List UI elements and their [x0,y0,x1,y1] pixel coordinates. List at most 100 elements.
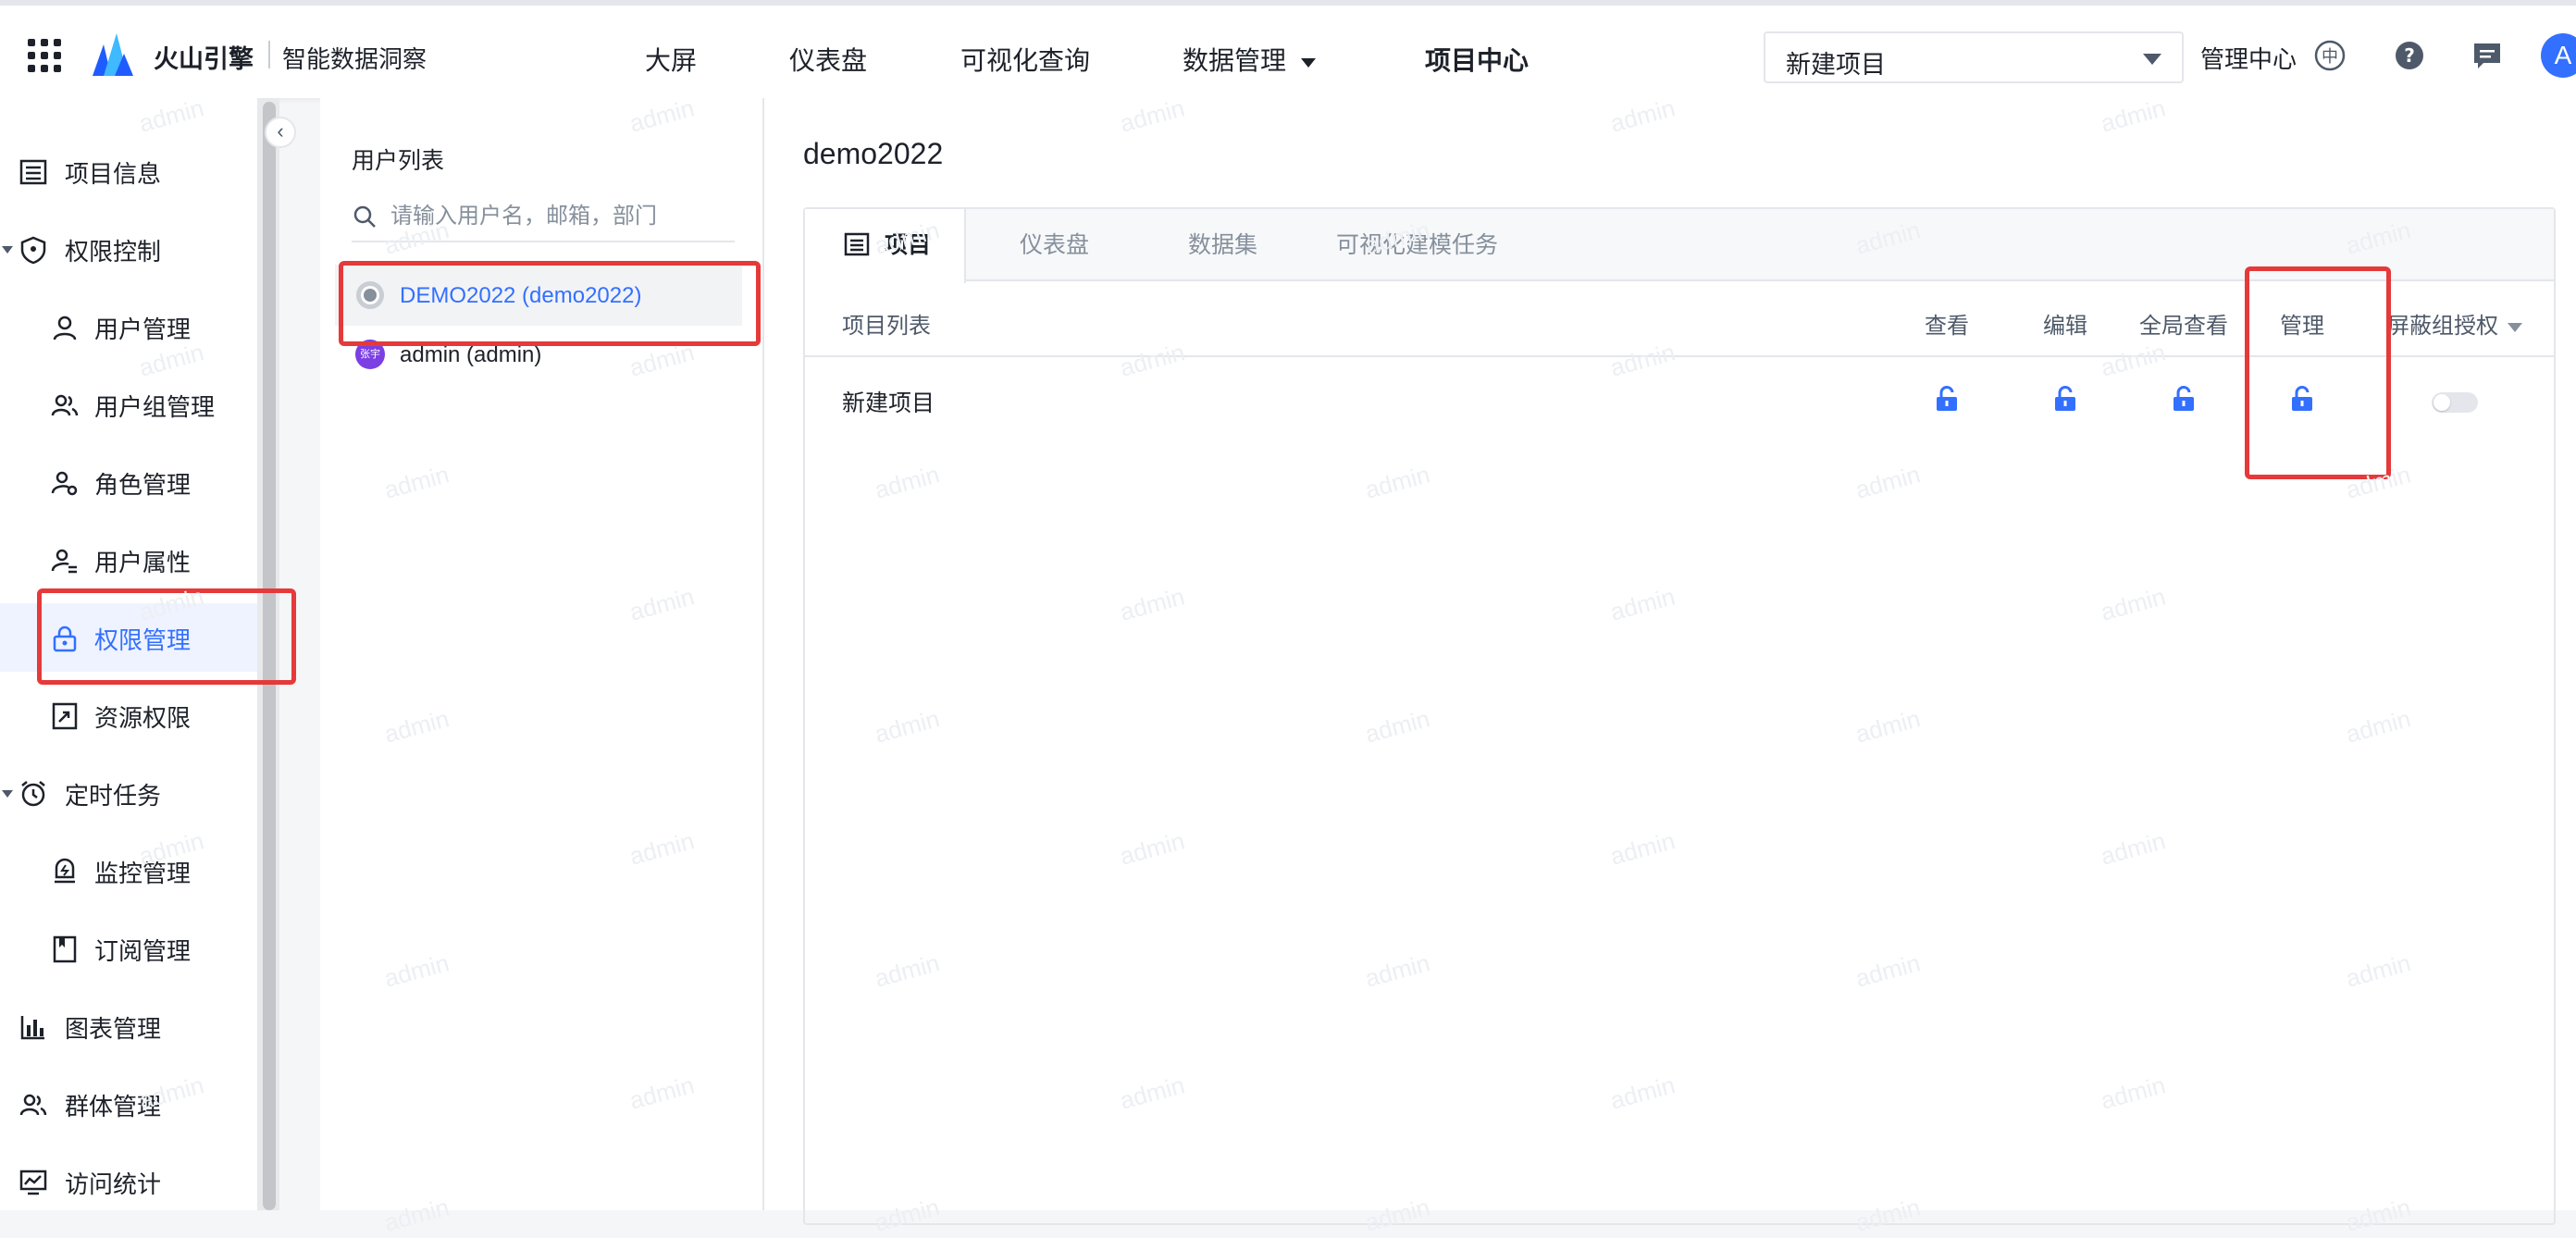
sidebar-item-group-management[interactable]: 群体管理 [0,1070,257,1138]
column-global-view: 全局查看 [2139,314,2228,339]
sidebar-item-user-management[interactable]: 用户管理 [0,292,257,361]
brand-name: 火山引擎 [154,45,254,73]
user-list-panel: 用户列表 DEMO2022 (demo2022) 张宇 admin (admin… [320,98,764,1210]
tab-dataset[interactable]: 数据集 [1188,209,1257,281]
main-content: demo2022 项目 仪表盘 数据集 可视化建模任务 项目列表 查看 编辑 全… [764,98,2576,1225]
lock-icon [53,625,77,652]
nav-visual-query[interactable]: 可视化查询 [960,41,1090,78]
user-icon [53,316,77,340]
project-name: 新建项目 [842,390,935,416]
column-view: 查看 [1925,314,1969,339]
sidebar-item-label: 角色管理 [94,471,192,499]
sidebar-item-user-attributes[interactable]: 用户属性 [0,526,257,594]
user-group-icon [51,394,79,416]
sidebar-item-label: 订阅管理 [94,937,192,965]
bookmark-icon [53,935,77,963]
user-list-item-demo2022[interactable]: DEMO2022 (demo2022) [335,265,742,326]
sidebar-item-scheduled-tasks[interactable]: 定时任务 [0,759,257,827]
chevron-down-icon [2508,322,2522,332]
sidebar-item-resource-permissions[interactable]: 资源权限 [0,681,257,749]
unlock-icon[interactable] [2171,385,2197,413]
sidebar: 项目信息 权限控制 用户管理 用户组管理 角色管理 用户属性 权限管理 资源权限… [0,98,257,1210]
shield-icon [20,236,46,265]
sidebar-item-label: 用户组管理 [94,393,216,421]
product-name: 智能数据洞察 [282,45,427,73]
resource-icon [52,702,78,730]
tab-dashboard[interactable]: 仪表盘 [1020,209,1089,281]
sidebar-item-permission-control[interactable]: 权限控制 [0,215,257,283]
message-icon[interactable] [2471,39,2504,72]
nav-dashboard[interactable]: 仪表盘 [789,41,867,78]
collapse-sidebar-button[interactable]: ‹ [265,117,296,148]
sidebar-item-label: 监控管理 [94,860,192,887]
table-header: 项目列表 查看 编辑 全局查看 管理 屏蔽组授权 [805,283,2554,357]
tab-project[interactable]: 项目 [805,209,966,283]
sidebar-item-subscription-management[interactable]: 订阅管理 [0,914,257,983]
nav-data-management-label: 数据管理 [1183,46,1287,75]
sidebar-item-user-group-management[interactable]: 用户组管理 [0,370,257,439]
search-icon [353,205,376,228]
apps-grid-icon[interactable] [28,39,61,72]
list-icon [844,232,870,256]
list-icon [19,159,47,185]
expand-arrow-icon [2,246,13,254]
sidebar-item-access-statistics[interactable]: 访问统计 [0,1147,257,1216]
user-list-item-admin[interactable]: 张宇 admin (admin) [335,324,742,385]
page-title: demo2022 [803,137,944,170]
tab-visual-modeling-task[interactable]: 可视化建模任务 [1336,209,1498,281]
chevron-left-icon: ‹ [277,119,284,142]
sidebar-item-label: 群体管理 [65,1093,162,1120]
sidebar-item-permission-management[interactable]: 权限管理 [0,603,257,672]
user-attribute-icon [51,549,77,574]
user-avatar-small: 张宇 [355,340,385,369]
default-avatar-icon [356,281,384,309]
column-edit: 编辑 [2043,314,2087,339]
sidebar-item-label: 用户管理 [94,316,192,343]
sidebar-item-label: 权限控制 [65,238,162,266]
sidebar-item-label: 资源权限 [94,704,192,732]
chevron-down-icon [2143,54,2161,65]
help-icon[interactable]: ? [2393,39,2426,72]
user-search [352,191,735,242]
translate-icon[interactable]: 中 [2313,39,2347,72]
chevron-down-icon [1301,57,1317,68]
svg-text:?: ? [2404,44,2415,67]
column-block-group-auth[interactable]: 屏蔽组授权 [2387,307,2554,340]
monitor-icon [55,858,75,884]
permission-card: 项目 仪表盘 数据集 可视化建模任务 项目列表 查看 编辑 全局查看 管理 屏蔽… [803,207,2556,1225]
table-row: 新建项目 [805,359,2554,442]
column-manage: 管理 [2280,314,2324,339]
sidebar-item-label: 权限管理 [94,626,192,654]
sidebar-item-label: 访问统计 [65,1170,162,1198]
sidebar-item-project-info[interactable]: 项目信息 [0,137,257,205]
nav-project-center[interactable]: 项目中心 [1425,41,1529,78]
unlock-icon[interactable] [2052,385,2078,413]
sidebar-item-monitor-management[interactable]: 监控管理 [0,836,257,905]
column-block-group-auth-label: 屏蔽组授权 [2387,314,2498,339]
volcano-logo-icon [93,33,133,76]
brand-divider [268,41,270,68]
manage-center-link[interactable]: 管理中心 [2200,41,2297,75]
user-search-input[interactable] [390,198,733,235]
sidebar-scrollbar-thumb[interactable] [263,102,276,1210]
nav-data-management[interactable]: 数据管理 [1183,41,1317,78]
sidebar-item-chart-management[interactable]: 图表管理 [0,992,257,1060]
block-group-auth-toggle[interactable] [2432,392,2478,413]
people-icon [19,1094,47,1116]
column-project-list: 项目列表 [842,314,931,339]
user-avatar[interactable]: A [2541,33,2576,78]
user-settings-icon [51,471,78,496]
project-select[interactable]: 新建项目 [1764,31,2184,83]
project-select-value: 新建项目 [1786,51,1886,79]
unlock-icon[interactable] [1934,385,1960,413]
stats-icon [19,1170,47,1195]
tab-label: 项目 [885,232,932,258]
user-list-title: 用户列表 [352,148,445,174]
sidebar-item-label: 项目信息 [65,160,162,188]
nav-big-screen[interactable]: 大屏 [645,41,697,78]
clock-icon [21,781,45,807]
top-bar: 火山引擎 智能数据洞察 大屏 仪表盘 可视化查询 数据管理 项目中心 新建项目 … [0,0,2576,98]
unlock-icon[interactable] [2289,385,2315,413]
sidebar-item-role-management[interactable]: 角色管理 [0,448,257,516]
sidebar-item-label: 用户属性 [94,549,192,576]
